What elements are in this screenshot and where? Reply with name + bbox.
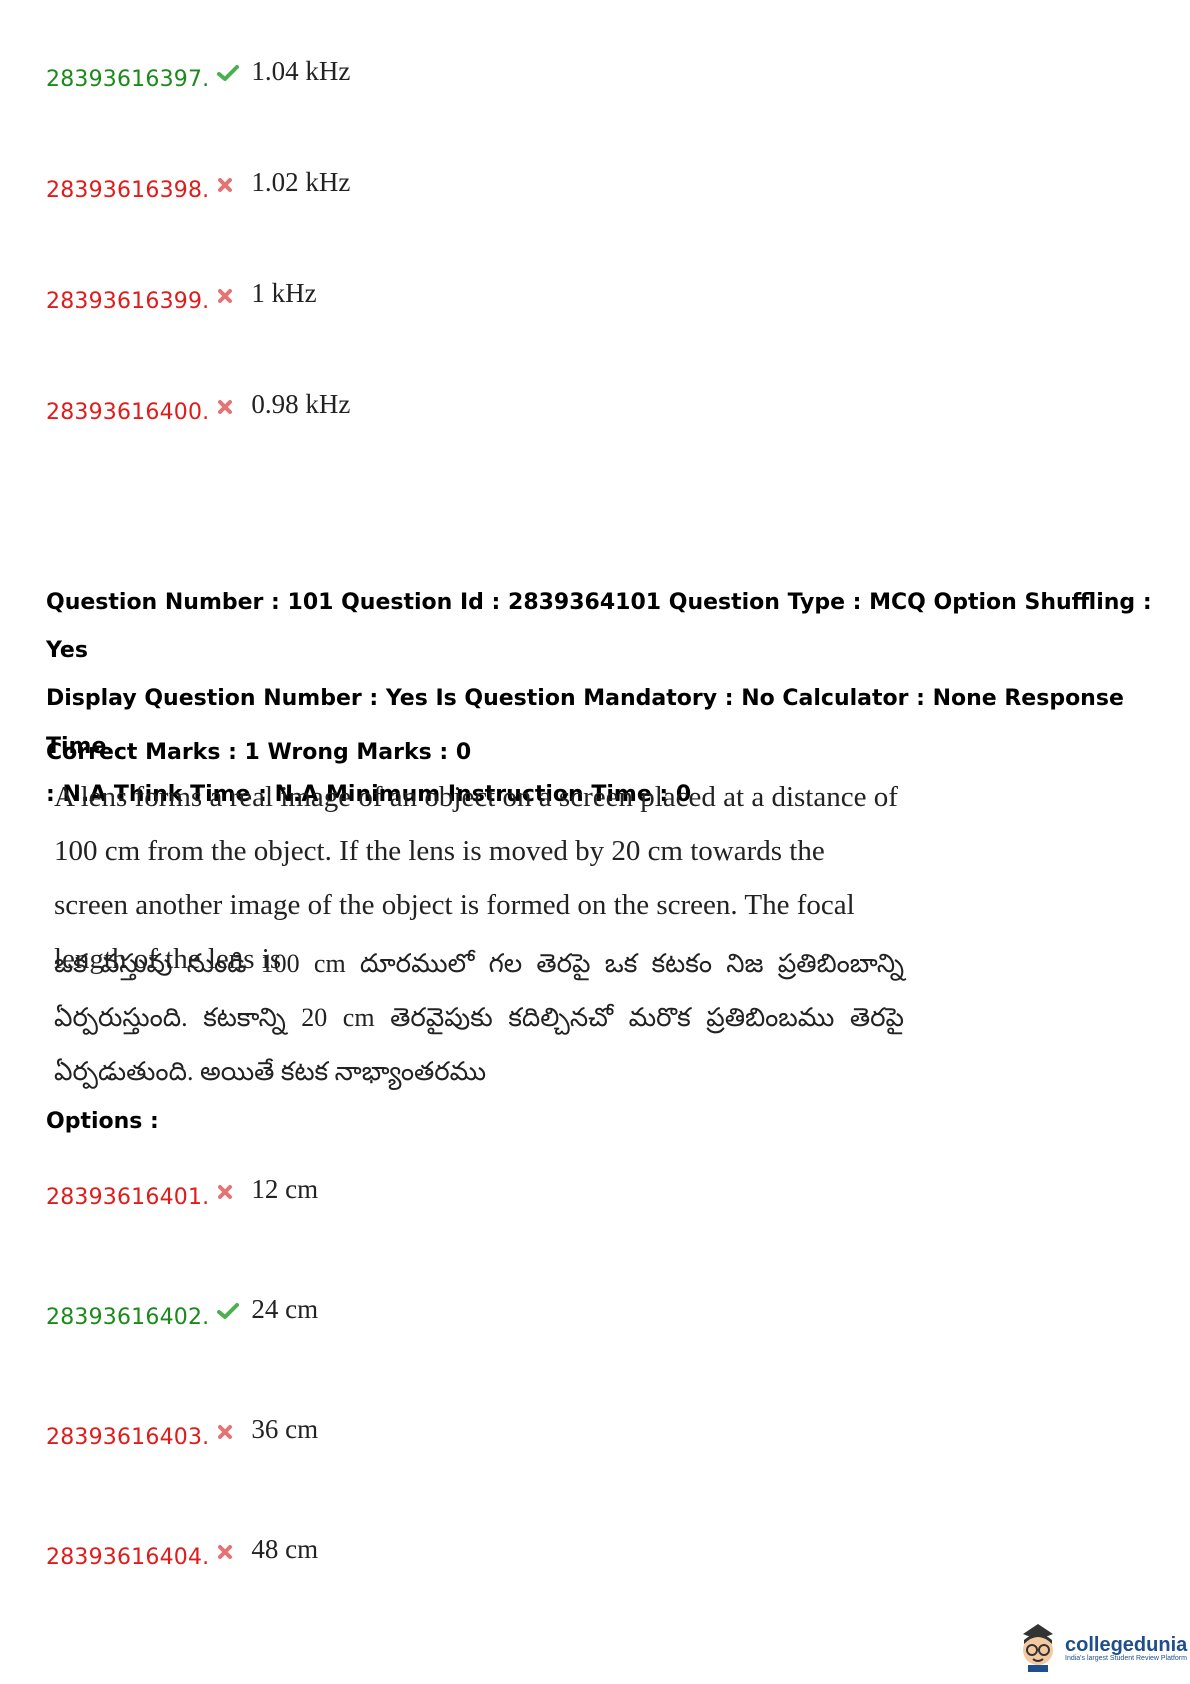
mascot-icon (1015, 1620, 1061, 1676)
question-text-telugu: ఒక వస్తువు నుండి 100 cm దూరములో గల తెరపై… (54, 949, 904, 1086)
option-row: 28393616401. 12 cm (46, 1174, 318, 1211)
option-id: 28393616400. (46, 400, 210, 425)
option-row: 28393616397. 1.04 kHz (46, 56, 350, 93)
option-value: 1.02 kHz (251, 167, 351, 197)
logo-text: collegedunia India's largest Student Rev… (1065, 1635, 1187, 1662)
option-value: 1 kHz (251, 278, 317, 308)
logo-brand: collegedunia (1065, 1633, 1188, 1656)
check-icon (217, 1302, 243, 1320)
cross-icon (217, 1184, 243, 1200)
cross-icon (217, 1424, 243, 1440)
option-id: 28393616402. (46, 1305, 210, 1330)
option-id: 28393616403. (46, 1425, 210, 1450)
marks-line: Correct Marks : 1 Wrong Marks : 0 (46, 740, 472, 765)
logo-tagline: India's largest Student Review Platform (1065, 1654, 1187, 1662)
option-row: 28393616398. 1.02 kHz (46, 167, 350, 204)
cross-icon (217, 288, 243, 304)
option-id: 28393616398. (46, 178, 210, 203)
option-value: 48 cm (251, 1534, 319, 1564)
option-value: 36 cm (251, 1414, 319, 1444)
option-row: 28393616402. 24 cm (46, 1294, 318, 1331)
cross-icon (217, 1544, 243, 1560)
option-value: 0.98 kHz (251, 389, 351, 419)
option-row: 28393616404. 48 cm (46, 1534, 318, 1571)
option-row: 28393616400. 0.98 kHz (46, 389, 350, 426)
option-value: 24 cm (251, 1294, 319, 1324)
cross-icon (217, 399, 243, 415)
check-icon (217, 64, 243, 82)
collegedunia-logo: collegedunia India's largest Student Rev… (1015, 1620, 1187, 1676)
option-row: 28393616403. 36 cm (46, 1414, 318, 1451)
option-id: 28393616401. (46, 1185, 210, 1210)
option-id: 28393616399. (46, 289, 210, 314)
meta-line: Question Number : 101 Question Id : 2839… (46, 590, 1152, 663)
option-id: 28393616404. (46, 1545, 210, 1570)
options-label: Options : (46, 1109, 159, 1134)
option-value: 12 cm (251, 1174, 319, 1204)
option-value: 1.04 kHz (251, 56, 351, 86)
option-row: 28393616399. 1 kHz (46, 278, 317, 315)
option-id: 28393616397. (46, 67, 210, 92)
cross-icon (217, 177, 243, 193)
